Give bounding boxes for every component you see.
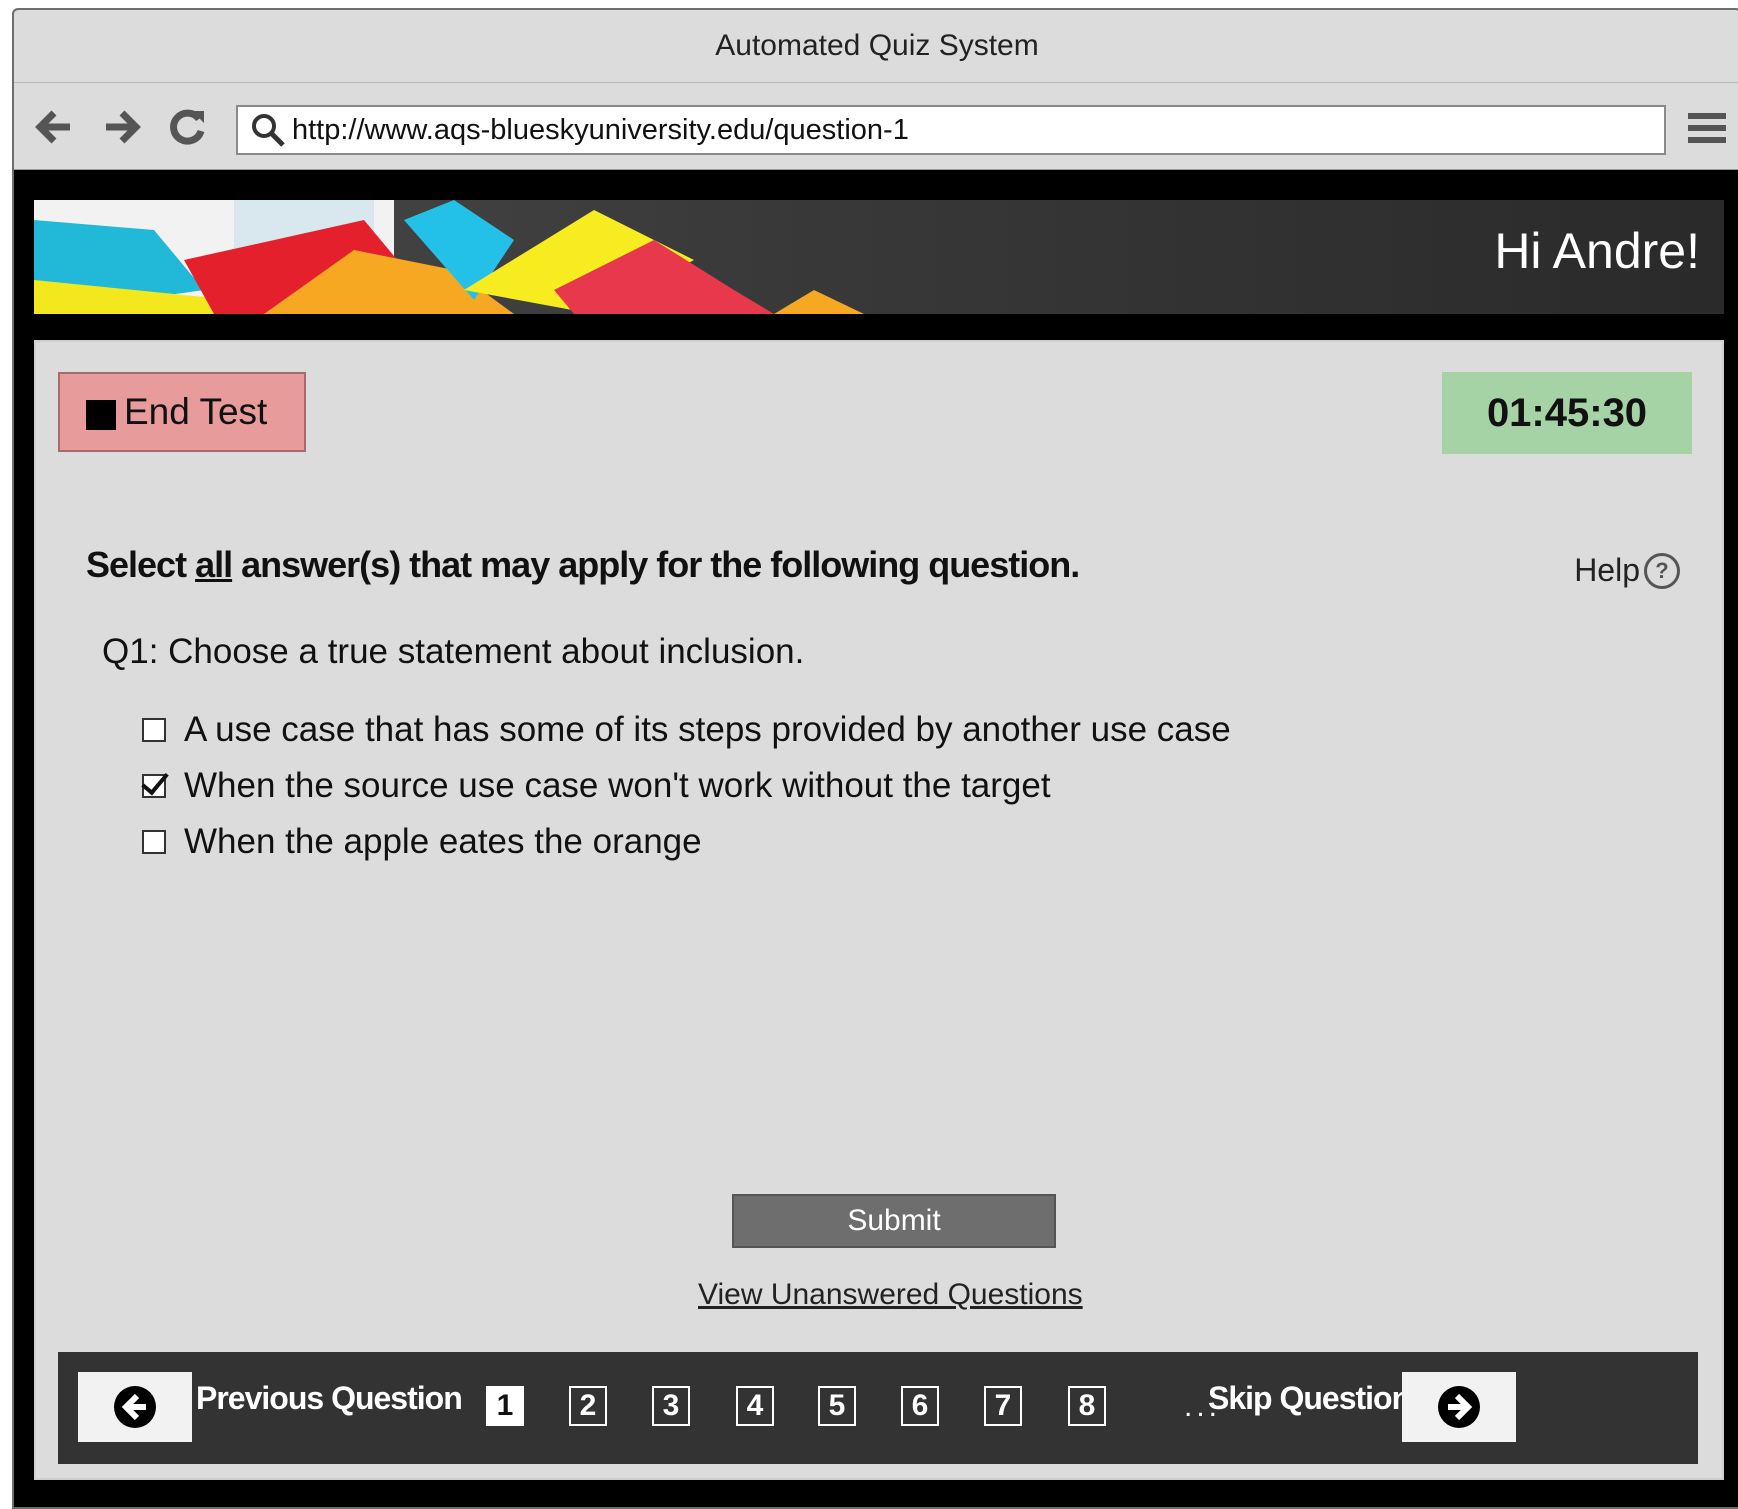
previous-question-button[interactable] — [78, 1372, 192, 1442]
arrow-left-icon[interactable] — [32, 105, 76, 149]
answer-options: A use case that has some of its steps pr… — [142, 702, 1231, 870]
instructions-emphasis: all — [195, 544, 233, 585]
previous-question-label[interactable]: Previous Question — [196, 1380, 463, 1417]
end-test-button[interactable]: End Test — [58, 372, 306, 452]
submit-button[interactable]: Submit — [732, 1194, 1056, 1248]
reload-icon[interactable] — [166, 105, 210, 149]
help-label: Help — [1574, 552, 1640, 588]
browser-toolbar — [14, 83, 1738, 170]
answer-label: When the apple eates the orange — [184, 822, 702, 861]
answer-checkbox[interactable] — [142, 830, 166, 854]
skip-question-label[interactable]: Skip Question — [1208, 1380, 1411, 1417]
arrow-right-icon[interactable] — [100, 105, 144, 149]
question-text: Q1: Choose a true statement about inclus… — [102, 632, 805, 671]
quiz-panel: End Test 01:45:30 Select all answer(s) t… — [34, 340, 1724, 1480]
skip-question-button[interactable] — [1402, 1372, 1516, 1442]
answer-option[interactable]: When the source use case won't work with… — [142, 758, 1231, 814]
timer: 01:45:30 — [1442, 372, 1692, 454]
window-title: Automated Quiz System — [14, 10, 1738, 83]
url-input[interactable] — [288, 112, 1654, 148]
browser-window: Automated Quiz System http://www.aqs-blu… — [12, 8, 1738, 1509]
user-greeting: Hi Andre! — [1494, 223, 1700, 279]
answer-label: A use case that has some of its steps pr… — [184, 710, 1231, 749]
banner-image — [34, 200, 864, 314]
hamburger-menu-icon[interactable] — [1684, 105, 1730, 151]
instructions: Select all answer(s) that may apply for … — [86, 544, 1080, 585]
page-8[interactable]: 8 — [1068, 1386, 1106, 1426]
page-5[interactable]: 5 — [818, 1386, 856, 1426]
end-test-label: End Test — [124, 391, 268, 432]
page-7[interactable]: 7 — [984, 1386, 1022, 1426]
view-unanswered-link[interactable]: View Unanswered Questions — [698, 1278, 1083, 1312]
answer-checkbox[interactable] — [142, 774, 166, 798]
page-6[interactable]: 6 — [901, 1386, 939, 1426]
page-3[interactable]: 3 — [652, 1386, 690, 1426]
header-banner: Hi Andre! — [34, 200, 1724, 314]
help-link[interactable]: Help ? — [1574, 552, 1680, 589]
answer-option[interactable]: When the apple eates the orange — [142, 814, 1231, 870]
page-1[interactable]: 1 — [486, 1386, 524, 1426]
address-bar[interactable] — [236, 105, 1666, 155]
page-4[interactable]: 4 — [736, 1386, 774, 1426]
question-circle-icon: ? — [1644, 552, 1680, 589]
search-icon — [252, 114, 285, 147]
question-pager: Previous Question 1 2 3 4 5 6 7 8 ... Sk… — [58, 1352, 1698, 1464]
answer-checkbox[interactable] — [142, 718, 166, 742]
answer-label: When the source use case won't work with… — [184, 766, 1051, 805]
circle-arrow-left-icon — [114, 1386, 156, 1428]
stop-icon — [86, 400, 116, 430]
answer-option[interactable]: A use case that has some of its steps pr… — [142, 702, 1231, 758]
page-2[interactable]: 2 — [569, 1386, 607, 1426]
circle-arrow-right-icon — [1438, 1386, 1480, 1428]
